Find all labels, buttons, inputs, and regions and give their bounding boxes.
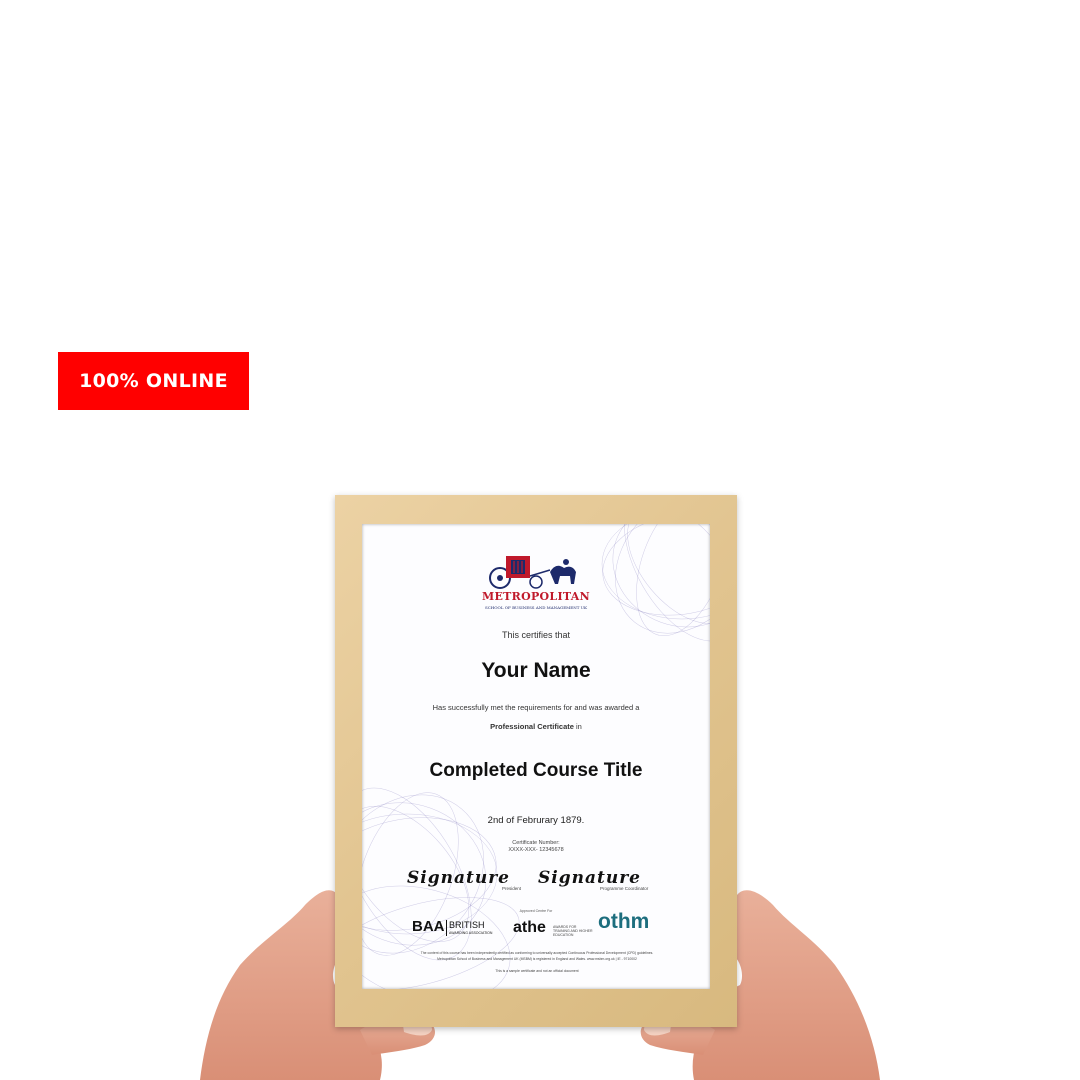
baa-logo: BAA: [412, 918, 445, 935]
othm-logo: othm: [598, 910, 650, 933]
coordinator-signature: Signature: [538, 868, 641, 888]
award-suffix: in: [573, 722, 582, 731]
athe-subtitle: AWARDS FOR TRAINING AND HIGHER EDUCATION: [553, 925, 593, 937]
footer-registration: Metropolitan School of Business and Mana…: [437, 957, 637, 961]
footer-sample: This is a sample certificate and not an …: [495, 969, 579, 973]
president-signature: Signature: [407, 868, 510, 888]
course-title: Completed Course Title: [429, 760, 643, 781]
footer-cpd: The content of this course has been inde…: [420, 951, 654, 955]
statement-text: Has successfully met the requirements fo…: [432, 703, 640, 712]
logo-name: METROPOLITAN: [482, 590, 590, 603]
baa-subtitle: AWARDING ASSOCIATION: [449, 931, 493, 935]
award-line: Professional Certificate in: [362, 722, 710, 731]
president-role: President: [502, 886, 522, 891]
recipient-name: Your Name: [481, 659, 591, 682]
photo-scene: METROPOLITAN SCHOOL OF BUSINESS AND MANA…: [0, 0, 1080, 1080]
award-date: 2nd of Februrary 1879.: [487, 815, 585, 826]
baa-divider: [446, 920, 447, 936]
approved-label: Approved Centre For: [519, 909, 553, 913]
logo-subtitle: SCHOOL OF BUSINESS AND MANAGEMENT UK: [484, 605, 587, 610]
baa-name: BRITISH: [449, 920, 485, 930]
carriage-logo-icon: [489, 556, 576, 589]
athe-logo: athe: [513, 919, 546, 936]
award-title: Professional Certificate: [490, 722, 574, 731]
certificate-number: XXXX-XXX- 12345678: [508, 847, 564, 853]
online-badge: 100% ONLINE: [58, 352, 249, 410]
coordinator-role: Programme Coordinator: [600, 886, 649, 891]
certificate: METROPOLITAN SCHOOL OF BUSINESS AND MANA…: [362, 524, 710, 989]
certificate-number-label: Certificate Number:: [512, 840, 560, 846]
certifies-text: This certifies that: [501, 630, 571, 640]
